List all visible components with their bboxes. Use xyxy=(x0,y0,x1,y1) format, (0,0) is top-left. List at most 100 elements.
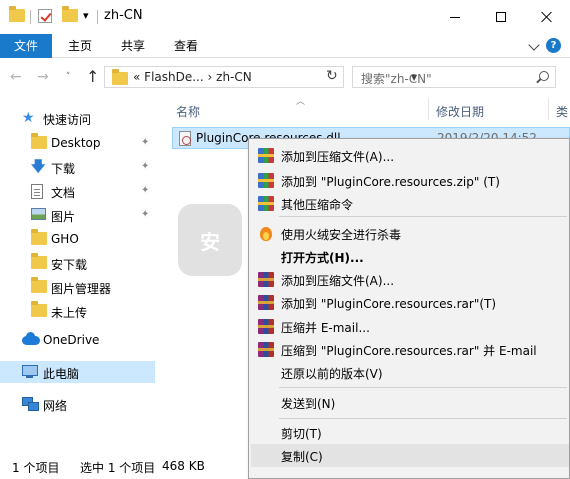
window-title: zh-CN xyxy=(104,8,143,23)
column-header-modified[interactable]: 修改日期 xyxy=(436,103,484,129)
close-icon xyxy=(541,11,553,23)
breadcrumb-item[interactable]: FlashDe... xyxy=(144,70,204,84)
menu-item-label: 压缩到 "PluginCore.resources.rar" 并 E-mail xyxy=(281,344,537,358)
search-input[interactable]: 搜索"zh-CN" xyxy=(361,70,432,87)
sidebar-item-label: 快速访问 xyxy=(43,113,92,127)
sidebar-item-label: 此电脑 xyxy=(43,367,80,381)
menu-item-label: 其他压缩命令 xyxy=(281,198,354,212)
address-bar[interactable]: « FlashDe... › zh-CN ▼ xyxy=(104,66,417,88)
breadcrumb-overflow[interactable]: « xyxy=(133,70,140,84)
pin-icon[interactable]: ✦ xyxy=(141,209,149,220)
sidebar-item-label: Desktop xyxy=(51,136,101,150)
archive-icon xyxy=(258,196,274,211)
refresh-icon[interactable]: ↻ xyxy=(326,68,338,84)
sidebar-item-quick-access-entry[interactable]: Desktop ✦ xyxy=(0,132,155,154)
menu-item-send-to[interactable]: 发送到(N) xyxy=(251,391,569,414)
computer-icon xyxy=(22,365,38,378)
menu-item-compress-rar-email[interactable]: 压缩到 "PluginCore.resources.rar" 并 E-mail xyxy=(251,338,569,361)
menu-item-cut[interactable]: 剪切(T) xyxy=(251,421,569,444)
menu-item-label: 添加到 "PluginCore.resources.rar"(T) xyxy=(281,297,497,311)
menu-item-label: 发送到(N) xyxy=(281,397,336,411)
tab-home[interactable]: 主页 xyxy=(68,34,92,58)
tab-file[interactable]: 文件 xyxy=(0,34,52,58)
divider xyxy=(97,10,98,24)
menu-item-open-with[interactable]: 打开方式(H)... xyxy=(251,245,569,268)
download-icon: 🡇 xyxy=(31,159,46,175)
back-icon[interactable]: ← xyxy=(10,69,22,85)
huorong-icon xyxy=(258,226,274,242)
status-item-count: 1 个项目 xyxy=(12,461,60,475)
minimize-icon xyxy=(450,16,460,18)
column-header-type[interactable]: 类 xyxy=(556,103,568,129)
menu-item-label: 添加到 "PluginCore.resources.zip" (T) xyxy=(281,175,500,189)
qat-dropdown-icon[interactable]: ▾ xyxy=(83,9,89,22)
menu-item-add-to-zip[interactable]: 添加到 "PluginCore.resources.zip" (T) xyxy=(251,169,569,192)
folder-icon xyxy=(31,301,47,317)
menu-item-winrar-add-archive[interactable]: 添加到压缩文件(A)... xyxy=(251,268,569,291)
menu-item-compress-email[interactable]: 压缩并 E-mail... xyxy=(251,315,569,338)
folder-icon xyxy=(31,253,47,269)
sort-ascending-icon: ︿ xyxy=(296,97,306,107)
status-selected-count: 选中 1 个项目 xyxy=(80,461,156,475)
sidebar-item-quick-access-entry[interactable]: 安下载 xyxy=(0,252,155,274)
menu-item-label: 添加到压缩文件(A)... xyxy=(281,274,395,288)
help-icon[interactable]: ? xyxy=(546,38,561,53)
sidebar-item-quick-access-entry[interactable]: 文档 ✦ xyxy=(0,180,155,202)
folder-icon xyxy=(31,229,47,245)
pin-icon[interactable]: ✦ xyxy=(141,161,149,172)
menu-item-restore-versions[interactable]: 还原以前的版本(V) xyxy=(251,361,569,384)
new-folder-icon[interactable] xyxy=(62,6,78,22)
folder-icon xyxy=(9,6,25,22)
divider xyxy=(548,98,549,120)
menu-item-add-to-rar[interactable]: 添加到 "PluginCore.resources.rar"(T) xyxy=(251,291,569,314)
sidebar-item-this-pc[interactable]: 此电脑 xyxy=(0,361,155,383)
sidebar-item-quick-access-entry[interactable]: 图片 ✦ xyxy=(0,204,155,226)
pin-icon[interactable]: ✦ xyxy=(141,185,149,196)
sidebar-item-network[interactable]: 网络 xyxy=(0,393,155,415)
sidebar-item-quick-access[interactable]: ★ 快速访问 xyxy=(0,107,155,129)
maximize-icon xyxy=(496,12,506,22)
folder-icon xyxy=(31,133,47,149)
menu-item-copy[interactable]: 复制(C) xyxy=(251,444,569,467)
winrar-icon xyxy=(258,272,274,287)
breadcrumb-item[interactable]: zh-CN xyxy=(216,70,252,84)
cloud-icon xyxy=(22,332,40,345)
menu-item-label: 剪切(T) xyxy=(281,427,322,441)
sidebar-item-quick-access-entry[interactable]: 未上传 xyxy=(0,300,155,322)
expand-ribbon-icon[interactable] xyxy=(528,39,540,51)
sidebar-item-quick-access-entry[interactable]: 🡇 下载 ✦ xyxy=(0,156,155,178)
menu-item-more-compression[interactable]: 其他压缩命令 xyxy=(251,192,569,215)
winrar-icon xyxy=(258,295,274,310)
menu-item-huorong-scan[interactable]: 使用火绒安全进行杀毒 xyxy=(251,222,569,245)
title-bar: ▾ zh-CN xyxy=(0,0,570,34)
forward-icon[interactable]: → xyxy=(37,69,49,85)
sidebar-item-onedrive[interactable]: OneDrive xyxy=(0,329,155,351)
divider xyxy=(30,10,31,24)
watermark-glyph: 安 xyxy=(200,230,220,254)
search-box[interactable]: 搜索"zh-CN" xyxy=(352,66,556,88)
minimize-button[interactable] xyxy=(432,0,478,34)
sidebar-item-label: OneDrive xyxy=(43,333,100,347)
sidebar-item-label: 图片管理器 xyxy=(51,282,112,296)
menu-item-label: 复制(C) xyxy=(281,450,323,464)
navigation-bar: ← → ˅ ↑ « FlashDe... › zh-CN ▼ ↻ 搜索"zh-C… xyxy=(0,58,570,96)
dll-file-icon xyxy=(179,131,191,146)
up-icon[interactable]: ↑ xyxy=(86,67,99,86)
context-menu: 添加到压缩文件(A)... 添加到 "PluginCore.resources.… xyxy=(248,138,570,479)
tab-share[interactable]: 共享 xyxy=(121,34,145,58)
pin-icon[interactable]: ✦ xyxy=(141,137,149,148)
recent-locations-icon[interactable]: ˅ xyxy=(66,72,71,82)
search-icon[interactable] xyxy=(539,71,549,81)
winrar-icon xyxy=(258,319,274,334)
sidebar-item-quick-access-entry[interactable]: 图片管理器 xyxy=(0,276,155,298)
properties-check-icon[interactable] xyxy=(38,9,52,23)
column-header-name[interactable]: 名称 xyxy=(176,103,200,129)
breadcrumb-separator[interactable]: › xyxy=(208,70,213,84)
close-button[interactable] xyxy=(524,0,570,34)
sidebar-item-quick-access-entry[interactable]: GHO xyxy=(0,228,155,250)
menu-item-add-to-archive[interactable]: 添加到压缩文件(A)... xyxy=(251,144,569,167)
maximize-button[interactable] xyxy=(478,0,524,34)
sidebar-item-label: 未上传 xyxy=(51,306,88,320)
tab-view[interactable]: 查看 xyxy=(174,34,198,58)
sidebar-item-label: GHO xyxy=(51,232,79,246)
